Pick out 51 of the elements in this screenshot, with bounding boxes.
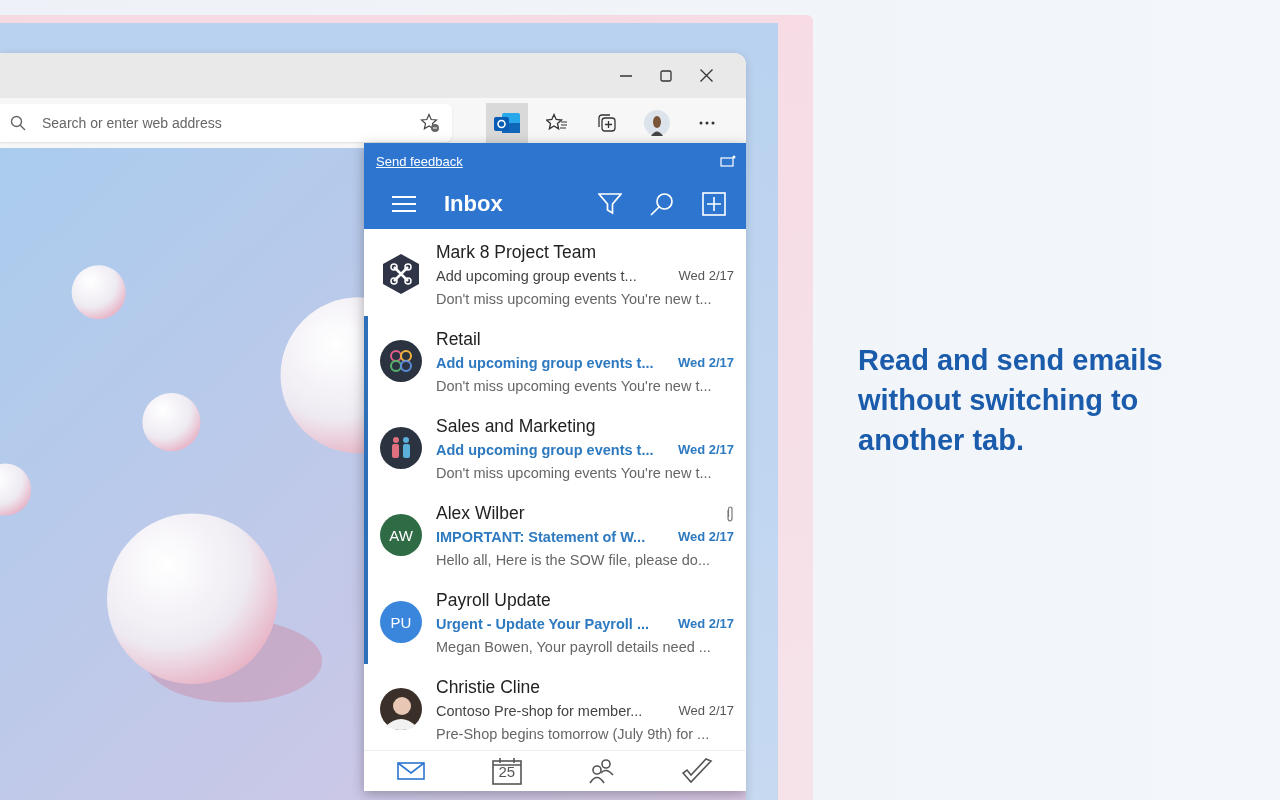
message-subject: Add upcoming group events t... (436, 354, 654, 371)
headline: Read and send emails without switching to another tab. (858, 343, 1164, 458)
message-subject: Add upcoming group events t... (436, 441, 654, 458)
star-add-icon[interactable] (420, 113, 440, 133)
sender-name: Payroll Update (436, 590, 551, 611)
tasks-tab[interactable] (679, 757, 714, 785)
avatar: AW (380, 514, 422, 556)
address-field[interactable]: Search or enter web address (40, 114, 406, 132)
message-date: Wed 2/17 (677, 442, 734, 457)
message-date: Wed 2/17 (677, 355, 734, 370)
inbox-title: Inbox (444, 191, 504, 217)
search-icon (10, 115, 26, 131)
message-preview: Pre-Shop begins tomorrow (July 9th) for ... (436, 725, 710, 742)
close-icon[interactable] (700, 69, 713, 82)
minimize-icon[interactable] (620, 74, 632, 77)
message-preview: Don't miss upcoming events You're new t... (436, 290, 712, 307)
message-subject: Urgent - Update Your Payroll ... (436, 615, 649, 632)
people-tab[interactable] (587, 757, 616, 785)
message-date: Wed 2/17 (678, 268, 734, 283)
message-date: Wed 2/17 (677, 529, 734, 544)
sender-name: Retail (436, 329, 481, 350)
message-item[interactable]: Retail Add upcoming group events t... Wed 2/17 Don't miss upcoming events You're new t... (364, 316, 746, 403)
profile-avatar-icon[interactable] (644, 110, 670, 136)
message-preview: Don't miss upcoming events You're new t... (436, 377, 712, 394)
avatar: PU (380, 601, 422, 643)
send-feedback-link[interactable]: Send feedback (376, 153, 463, 169)
message-item[interactable]: Sales and Marketing Add upcoming group events t... Wed 2/17 Don't miss upcoming events You're new t... (364, 403, 746, 490)
pop-out-icon[interactable] (720, 155, 736, 167)
sender-name: Alex Wilber (436, 503, 525, 524)
message-subject: Contoso Pre-shop for member... (436, 702, 643, 719)
outlook-extension-button[interactable] (486, 103, 528, 143)
message-item[interactable]: Mark 8 Project Team Add upcoming group events t... Wed 2/17 Don't miss upcoming events You're new t... (364, 229, 746, 316)
address-bar[interactable]: Search or enter web address (0, 104, 452, 142)
message-preview: Megan Bowen, Your payroll details need ... (436, 638, 711, 655)
message-preview: Hello all, Here is the SOW file, please do... (436, 551, 710, 568)
mail-tab[interactable] (396, 760, 427, 782)
message-item[interactable]: AW Alex Wilber IMPORTANT: Statement of W... Wed 2/17 Hello all, Here is the SOW file, please do... (364, 490, 746, 577)
message-date: Wed 2/17 (677, 616, 734, 631)
collections-icon[interactable] (597, 113, 617, 133)
sender-name: Mark 8 Project Team (436, 242, 597, 263)
message-subject: Add upcoming group events t... (436, 267, 637, 284)
more-icon[interactable] (699, 121, 715, 125)
message-subject: IMPORTANT: Statement of W... (436, 528, 646, 545)
sender-name: Christie Cline (436, 677, 541, 698)
message-preview: Don't miss upcoming events You're new t... (436, 464, 712, 481)
message-item[interactable]: PU Payroll Update Urgent - Update Your Payroll ... Wed 2/17 Megan Bowen, Your payroll details need ... (364, 577, 746, 664)
outlook-logo-icon (492, 111, 522, 135)
sender-name: Sales and Marketing (436, 416, 596, 437)
message-item[interactable]: Christie Cline Contoso Pre-shop for member... Wed 2/17 Pre-Shop begins tomorrow (July 9th) for ... (364, 664, 746, 750)
maximize-icon[interactable] (660, 69, 672, 82)
message-date: Wed 2/17 (678, 703, 734, 718)
